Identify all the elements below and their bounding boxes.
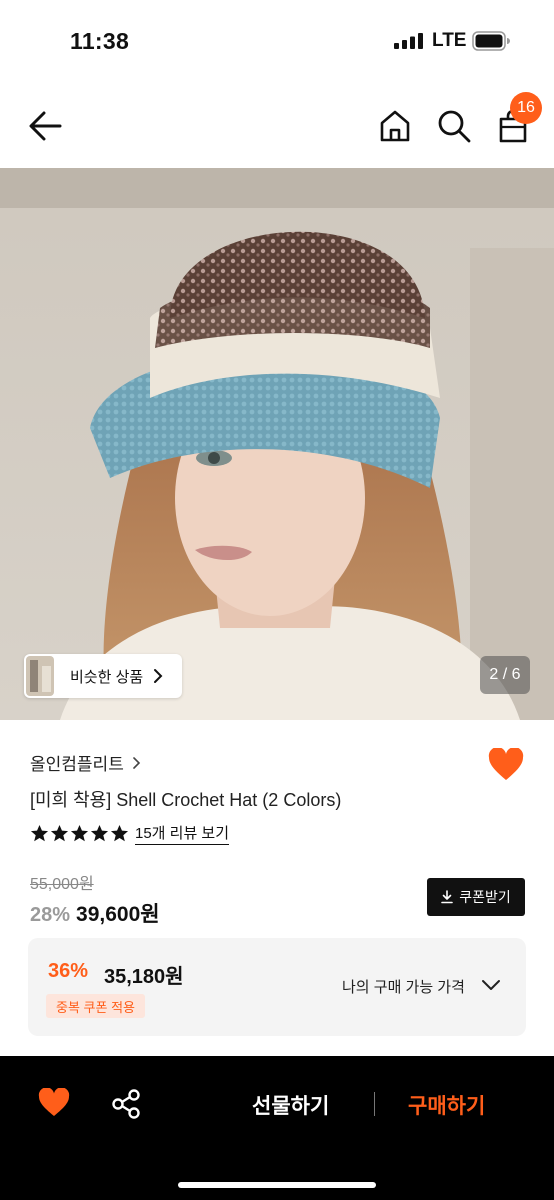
similar-products-label: 비슷한 상품 [70,668,144,686]
product-title: [미희 착용] Shell Crochet Hat (2 Colors) [30,790,342,810]
product-photo [0,168,554,720]
coupon-button-label: 쿠폰받기 [459,889,511,905]
rating-row: 15개 리뷰 보기 [30,822,230,845]
battery-icon [472,31,510,51]
bottom-action-bar: 선물하기 구매하기 [0,1056,554,1200]
rating-stars [30,824,129,843]
star-icon [30,824,49,842]
download-coupon-button[interactable]: 쿠폰받기 [427,878,525,916]
search-icon[interactable] [436,108,472,144]
review-link[interactable]: 15개 리뷰 보기 [135,822,230,845]
buy-button[interactable]: 구매하기 [408,1090,485,1120]
similar-products-button[interactable]: 비슷한 상품 [24,654,182,698]
chevron-right-icon [154,669,163,683]
price-row: 28% 39,600원 [30,898,160,928]
sale-price: 39,600원 [76,903,160,926]
divider [374,1092,375,1116]
wishlist-heart-icon[interactable] [38,1088,70,1118]
network-label: LTE [432,30,467,51]
original-price: 55,000원 [30,876,94,893]
brand-link[interactable]: 올인컴플리트 [30,750,142,775]
status-bar: 11:38 LTE [0,0,554,84]
top-nav [0,84,554,168]
star-icon [90,824,109,842]
brand-name: 올인컴플리트 [30,755,124,774]
signal-icon [394,33,423,49]
my-price-box[interactable]: 36% 35,180원 중복 쿠폰 적용 나의 구매 가능 가격 [28,938,526,1036]
chevron-right-icon [133,756,140,769]
similar-product-thumbnail [26,656,54,696]
star-icon [50,824,69,842]
cart-count-badge: 16 [510,92,542,124]
star-icon [110,824,129,842]
back-arrow-icon[interactable] [26,108,66,144]
home-indicator [178,1182,376,1188]
status-time: 11:38 [70,28,130,54]
product-image[interactable] [0,168,554,720]
chevron-down-icon [482,980,500,990]
duplicate-coupon-badge: 중복 쿠폰 적용 [46,994,145,1018]
share-icon[interactable] [110,1088,142,1120]
my-discount-rate: 36% [48,960,89,982]
home-icon[interactable] [378,108,412,144]
star-icon [70,824,89,842]
download-icon [441,890,454,904]
my-price: 35,180원 [104,966,184,988]
like-heart-icon[interactable] [488,748,524,782]
discount-rate: 28% [30,904,71,926]
my-price-label: 나의 구매 가능 가격 [342,979,465,996]
gift-button[interactable]: 선물하기 [252,1090,329,1120]
image-page-indicator: 2 / 6 [480,656,530,694]
